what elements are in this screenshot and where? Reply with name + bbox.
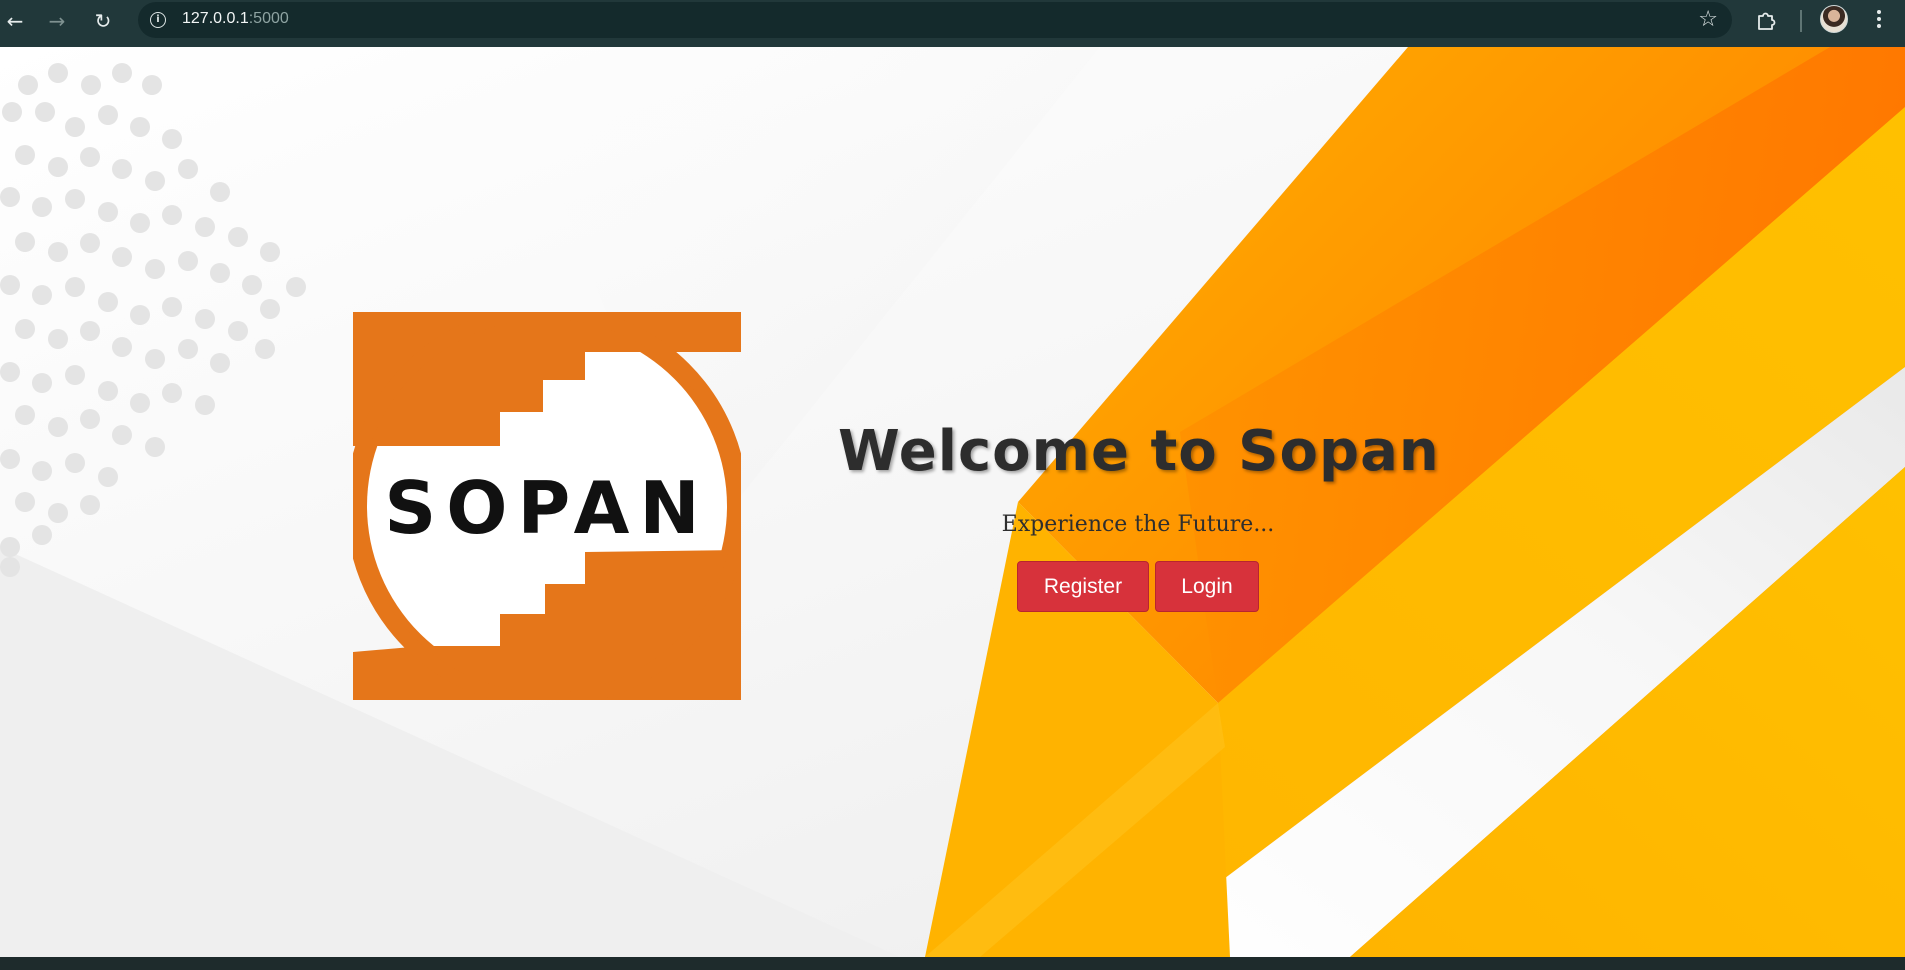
sopan-logo: SOPAN: [353, 312, 741, 700]
logo-text: SOPAN: [384, 466, 709, 550]
avatar[interactable]: [1820, 5, 1848, 33]
url-port: :5000: [248, 10, 289, 27]
page-title: Welcome to Sopan: [838, 419, 1440, 484]
page-viewport: SOPAN Welcome to Sopan Experience the Fu…: [0, 47, 1905, 957]
back-button[interactable]: ←: [0, 6, 30, 36]
kebab-menu-icon[interactable]: [1868, 7, 1890, 31]
info-icon[interactable]: i: [150, 12, 166, 28]
reload-icon: ↻: [94, 9, 112, 33]
url-host: 127.0.0.1: [182, 10, 249, 27]
address-url[interactable]: 127.0.0.1:5000: [182, 10, 289, 28]
puzzle-icon[interactable]: [1752, 6, 1780, 34]
toolbar-divider: [1800, 10, 1802, 32]
star-icon[interactable]: ☆: [1698, 7, 1718, 32]
reload-button[interactable]: ↻: [88, 6, 118, 36]
browser-toolbar: ← → ↻ i 127.0.0.1:5000 ☆: [0, 0, 1905, 47]
dot-pattern: [0, 63, 306, 577]
page-subtitle: Experience the Future...: [1001, 512, 1275, 537]
hero-buttons: Register Login: [838, 561, 1438, 612]
arrow-right-icon: →: [48, 9, 66, 33]
address-bar[interactable]: i 127.0.0.1:5000 ☆: [138, 2, 1732, 38]
forward-button[interactable]: →: [42, 6, 72, 36]
arrow-left-icon: ←: [6, 9, 24, 33]
os-taskbar: [0, 957, 1905, 970]
login-button[interactable]: Login: [1155, 561, 1259, 612]
register-button[interactable]: Register: [1017, 561, 1149, 612]
hero-section: Welcome to Sopan Experience the Future..…: [838, 419, 1440, 612]
